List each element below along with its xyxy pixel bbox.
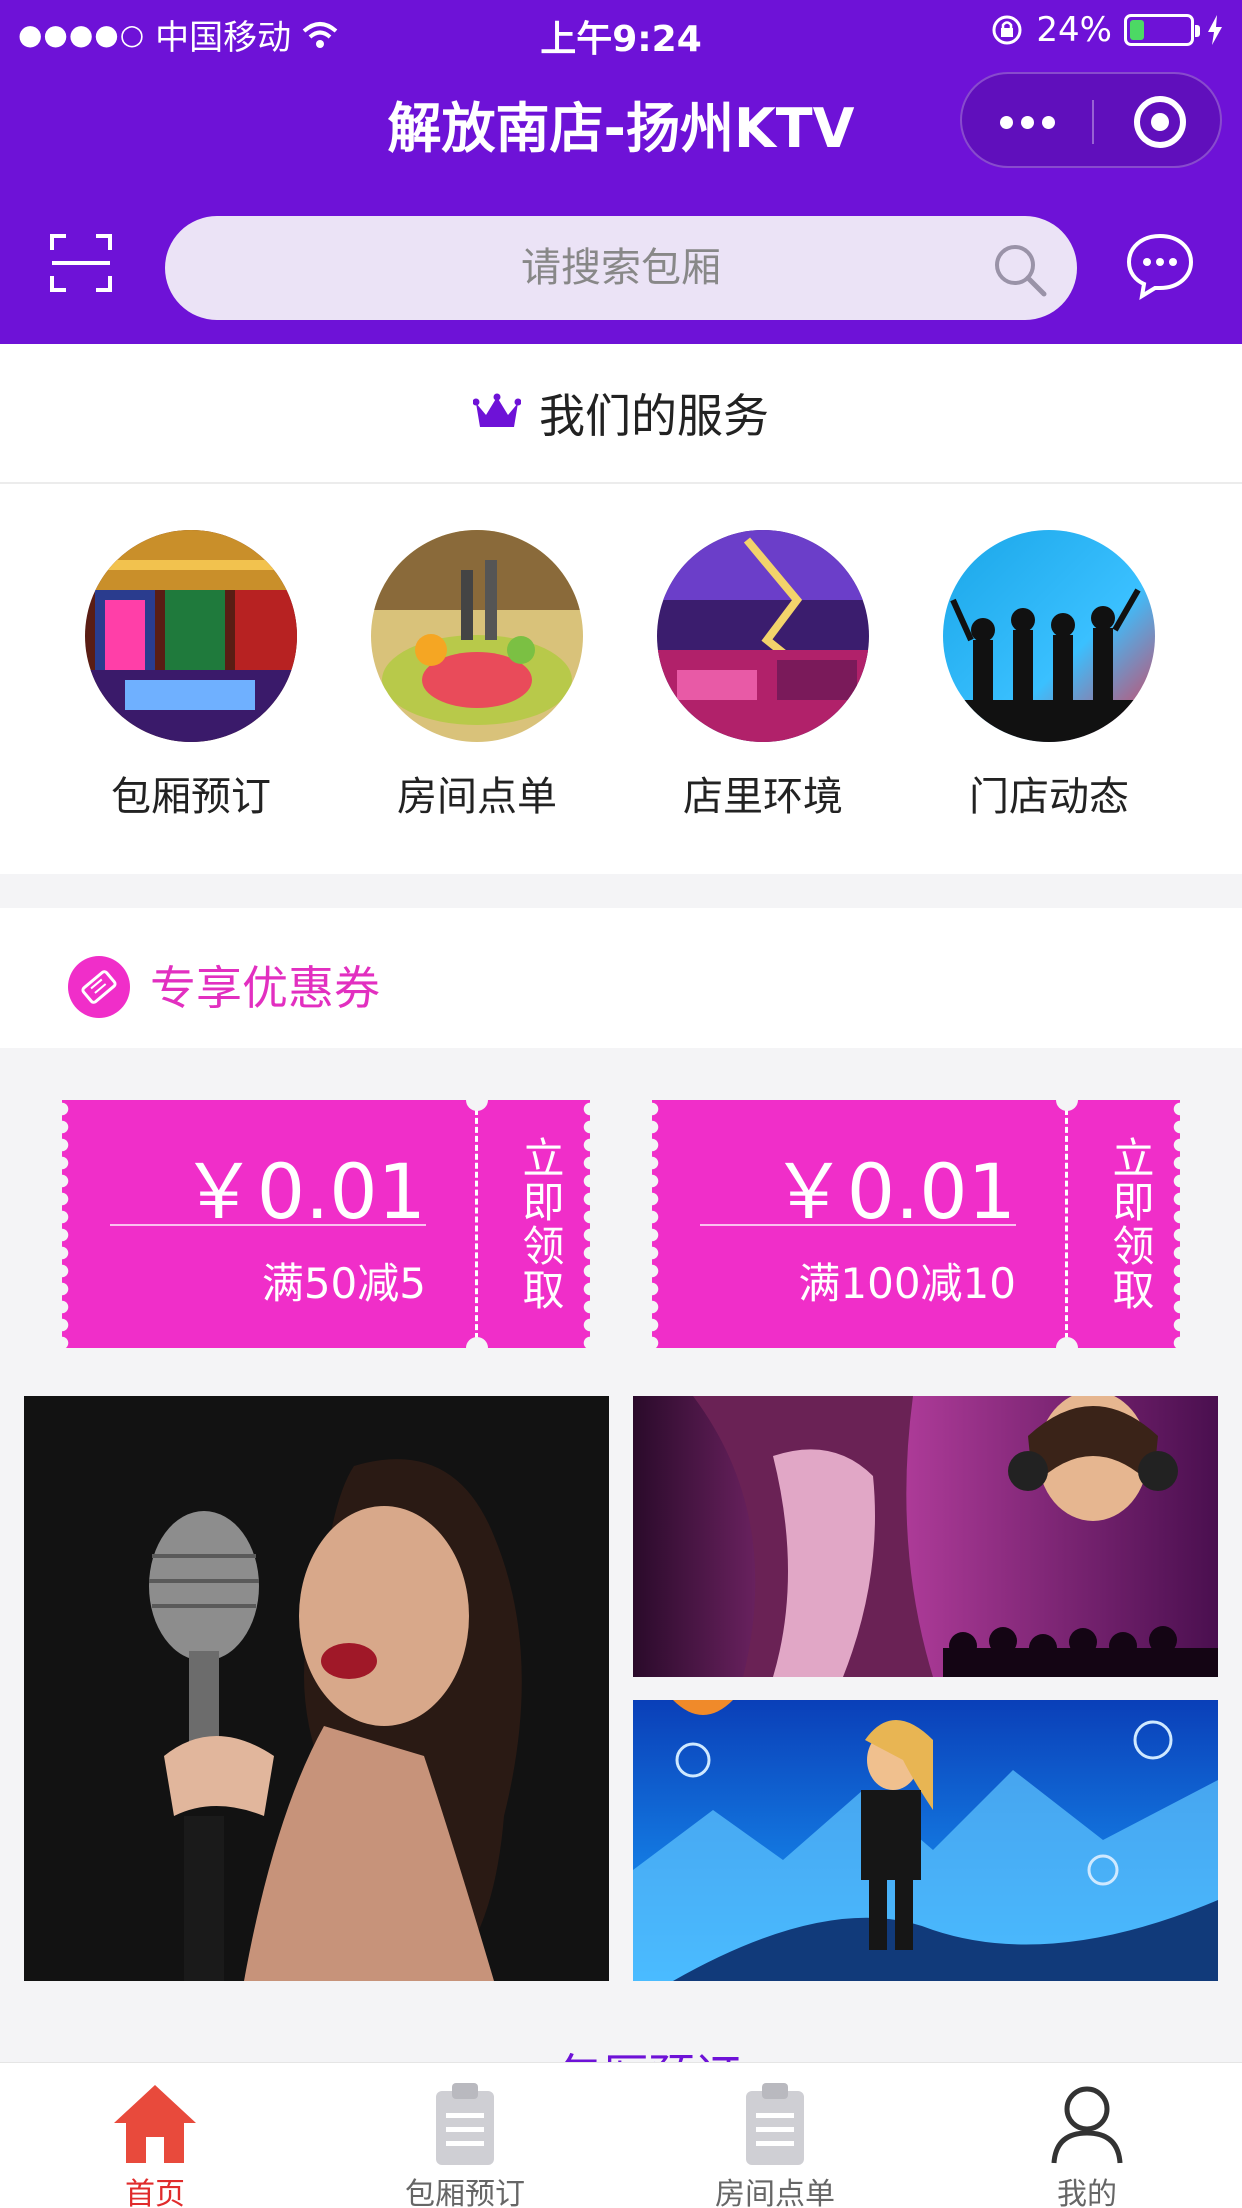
chat-bubble-icon[interactable]	[1124, 230, 1196, 302]
search-bar	[165, 216, 1077, 320]
service-store-news[interactable]: 门店动态	[906, 530, 1192, 822]
search-icon[interactable]	[990, 240, 1050, 300]
services-title: 我们的服务	[539, 389, 769, 443]
ktv-interior-photo	[657, 530, 869, 742]
service-room-booking[interactable]: 包厢预订	[48, 530, 334, 822]
search-input[interactable]	[165, 216, 1077, 320]
tab-label: 首页	[125, 2177, 185, 2208]
service-room-order[interactable]: 房间点单	[334, 530, 620, 822]
coupon-card[interactable]: ￥0.01 满50减5 立即领取	[55, 1089, 597, 1359]
ticket-icon	[68, 956, 130, 1018]
tab-room-order[interactable]: 房间点单	[620, 2063, 930, 2208]
battery-percent: 24%	[1036, 10, 1112, 50]
battery-fill	[1130, 20, 1144, 40]
fruit-platter-photo	[371, 530, 583, 742]
services-grid: 包厢预订 房间点单 店里环境 门店动态	[0, 530, 1242, 830]
scan-icon[interactable]	[48, 232, 114, 294]
services-header: 我们的服务	[0, 344, 1242, 484]
service-label: 门店动态	[969, 774, 1129, 820]
services-section: 我们的服务 包厢预订 房间点单 店里环境 门店动态	[0, 344, 1242, 874]
service-environment[interactable]: 店里环境	[620, 530, 906, 822]
coupon-condition: 满100减10	[798, 1259, 1016, 1308]
tab-label: 房间点单	[715, 2177, 835, 2208]
bottom-tab-bar: 首页 包厢预订 房间点单 我的	[0, 2062, 1242, 2208]
service-label: 店里环境	[683, 774, 843, 820]
party-singer-banner[interactable]	[633, 1396, 1218, 1677]
claim-coupon-button[interactable]: 立即领取	[1088, 1114, 1158, 1334]
party-crowd-photo	[943, 530, 1155, 742]
tab-home[interactable]: 首页	[0, 2063, 310, 2208]
claim-coupon-button[interactable]: 立即领取	[498, 1114, 568, 1334]
clipboard-icon	[436, 2083, 494, 2165]
close-miniprogram-button[interactable]	[1134, 96, 1186, 148]
singer-microphone-banner[interactable]	[24, 1396, 609, 1981]
tab-me[interactable]: 我的	[932, 2063, 1242, 2208]
service-label: 包厢预订	[111, 774, 271, 820]
coupon-card[interactable]: ￥0.01 满100减10 立即领取	[645, 1089, 1187, 1359]
ice-concert-banner[interactable]	[633, 1700, 1218, 1981]
tab-label: 我的	[1057, 2177, 1117, 2208]
home-icon	[114, 2085, 196, 2163]
orientation-lock-icon	[992, 15, 1022, 45]
miniprogram-capsule	[960, 72, 1222, 168]
service-label: 房间点单	[397, 774, 557, 820]
battery-icon	[1124, 14, 1200, 46]
status-bar: ●●●●○ 中国移动 上午9:24 24%	[0, 0, 1242, 62]
ktv-room-photo	[85, 530, 297, 742]
crown-icon	[473, 393, 521, 427]
charging-bolt-icon	[1208, 15, 1222, 45]
more-options-button[interactable]	[962, 74, 1092, 170]
clipboard-icon	[746, 2083, 804, 2165]
coupons-header: 专享优惠券	[0, 908, 1242, 1048]
tab-room-booking[interactable]: 包厢预订	[310, 2063, 620, 2208]
top-bar: ●●●●○ 中国移动 上午9:24 24% 解放南店-扬州KTV 请搜索包厢	[0, 0, 1242, 344]
coupon-condition: 满50减5	[261, 1259, 426, 1308]
tab-label: 包厢预订	[405, 2177, 525, 2208]
user-icon	[1051, 2086, 1123, 2164]
coupons-title: 专享优惠券	[150, 961, 380, 1015]
